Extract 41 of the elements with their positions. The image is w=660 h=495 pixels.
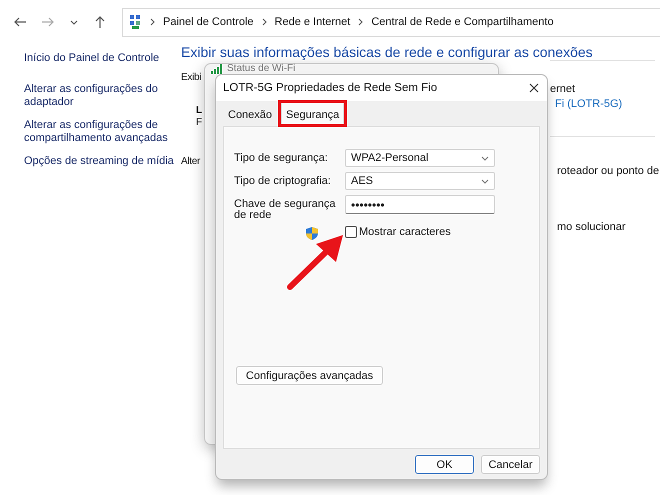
dropdown[interactable]: WPA2-Personal (345, 149, 495, 167)
text: mo solucionar (557, 221, 626, 233)
sidebar-link[interactable]: Alterar as configurações do adaptador (24, 83, 181, 109)
text: Alter (181, 156, 200, 167)
dropdown[interactable]: AES (345, 172, 495, 190)
back-arrow-icon[interactable] (13, 16, 27, 28)
checkbox[interactable] (345, 226, 357, 238)
signal-bars-icon (211, 64, 223, 74)
up-arrow-icon[interactable] (93, 16, 107, 28)
control-panel-icon (129, 14, 142, 30)
dialog-button[interactable]: OK (415, 455, 474, 474)
breadcrumb-item[interactable]: Rede e Internet (274, 16, 350, 28)
chevron-down-icon (481, 156, 489, 160)
chevron-right-icon (150, 18, 155, 26)
field-label: Tipo de segurança: (234, 151, 329, 164)
sidebar-link[interactable]: Início do Painel de Controle (24, 52, 181, 65)
chevron-right-icon (262, 18, 267, 26)
text: roteador ou ponto de (557, 165, 660, 177)
breadcrumb-item[interactable]: Central de Rede e Compartilhamento (371, 16, 554, 28)
sidebar-link[interactable]: Opções de streaming de mídia (24, 155, 181, 168)
chevron-right-icon (358, 18, 364, 26)
advanced-settings-button[interactable]: Configurações avançadas (236, 366, 383, 385)
dialog-button[interactable]: Cancelar (481, 455, 540, 474)
sidebar-link[interactable]: Alterar as configurações de compartilhamento avançadas (24, 119, 181, 145)
connection-link[interactable]: Fi (LOTR-5G) (555, 98, 622, 110)
text: F (196, 117, 202, 128)
network-name: L (196, 105, 202, 116)
window-title: Status de Wi-Fi (227, 64, 296, 74)
tab[interactable]: Conexão (223, 104, 278, 126)
chevron-down-icon (481, 178, 489, 184)
field-label: Chave de segurança de rede (234, 197, 337, 221)
text: ernet (550, 83, 576, 95)
password-field[interactable]: •••••••• (345, 195, 495, 214)
page-heading: Exibir suas informações básicas de rede e configurar as conexões (181, 44, 594, 60)
checkbox-label[interactable]: Mostrar caracteres (359, 226, 451, 238)
breadcrumb-item[interactable]: Painel de Controle (163, 16, 254, 28)
shield-icon (306, 227, 318, 240)
text: Exibi (181, 72, 202, 83)
field-label: Tipo de criptografia: (234, 174, 332, 187)
close-icon[interactable] (529, 83, 539, 93)
dialog-title: LOTR-5G Propriedades de Rede Sem Fio (223, 82, 438, 94)
